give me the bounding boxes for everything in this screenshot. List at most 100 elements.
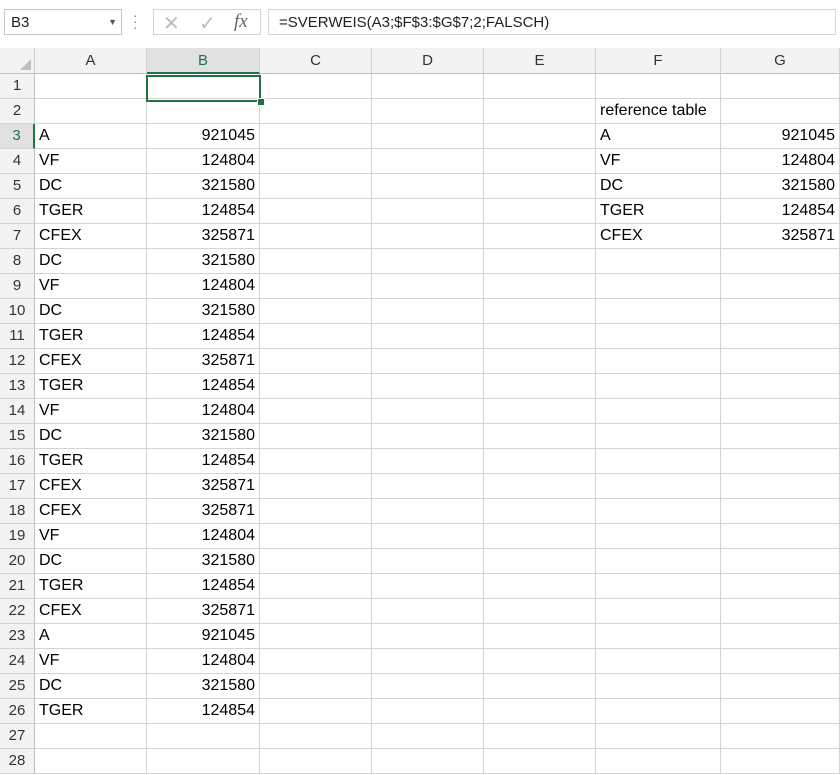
cell-e14[interactable] <box>484 399 596 424</box>
cell-c12[interactable] <box>260 349 372 374</box>
cell-e20[interactable] <box>484 549 596 574</box>
cell-g16[interactable] <box>721 449 840 474</box>
cell-b13[interactable]: 124854 <box>147 374 260 399</box>
row-header-25[interactable]: 25 <box>0 674 35 699</box>
cancel-icon[interactable]: ✕ <box>163 11 180 36</box>
cell-c4[interactable] <box>260 149 372 174</box>
cell-c2[interactable] <box>260 99 372 124</box>
cell-c18[interactable] <box>260 499 372 524</box>
cell-b22[interactable]: 325871 <box>147 599 260 624</box>
cell-b10[interactable]: 321580 <box>147 299 260 324</box>
cell-b11[interactable]: 124854 <box>147 324 260 349</box>
cell-d15[interactable] <box>372 424 484 449</box>
cell-c13[interactable] <box>260 374 372 399</box>
cell-a21[interactable]: TGER <box>35 574 147 599</box>
cell-f14[interactable] <box>596 399 721 424</box>
cell-f10[interactable] <box>596 299 721 324</box>
row-header-23[interactable]: 23 <box>0 624 35 649</box>
cell-a17[interactable]: CFEX <box>35 474 147 499</box>
cell-f8[interactable] <box>596 249 721 274</box>
cell-f9[interactable] <box>596 274 721 299</box>
cell-c10[interactable] <box>260 299 372 324</box>
row-header-26[interactable]: 26 <box>0 699 35 724</box>
cell-d12[interactable] <box>372 349 484 374</box>
cell-d28[interactable] <box>372 749 484 774</box>
row-header-11[interactable]: 11 <box>0 324 35 349</box>
cell-a5[interactable]: DC <box>35 174 147 199</box>
cell-e11[interactable] <box>484 324 596 349</box>
cell-g22[interactable] <box>721 599 840 624</box>
cell-f11[interactable] <box>596 324 721 349</box>
row-header-8[interactable]: 8 <box>0 249 35 274</box>
cell-g21[interactable] <box>721 574 840 599</box>
cell-d27[interactable] <box>372 724 484 749</box>
cell-a14[interactable]: VF <box>35 399 147 424</box>
cell-a23[interactable]: A <box>35 624 147 649</box>
cell-c14[interactable] <box>260 399 372 424</box>
cell-d18[interactable] <box>372 499 484 524</box>
cell-d16[interactable] <box>372 449 484 474</box>
row-header-22[interactable]: 22 <box>0 599 35 624</box>
cell-c7[interactable] <box>260 224 372 249</box>
cell-e25[interactable] <box>484 674 596 699</box>
cell-d23[interactable] <box>372 624 484 649</box>
cell-b12[interactable]: 325871 <box>147 349 260 374</box>
cell-g27[interactable] <box>721 724 840 749</box>
cell-d10[interactable] <box>372 299 484 324</box>
row-header-28[interactable]: 28 <box>0 749 35 774</box>
cell-f28[interactable] <box>596 749 721 774</box>
cell-a6[interactable]: TGER <box>35 199 147 224</box>
row-header-5[interactable]: 5 <box>0 174 35 199</box>
cell-b23[interactable]: 921045 <box>147 624 260 649</box>
cell-e22[interactable] <box>484 599 596 624</box>
column-header-g[interactable]: G <box>721 48 840 74</box>
cell-c6[interactable] <box>260 199 372 224</box>
cell-g6[interactable]: 124854 <box>721 199 840 224</box>
cell-b20[interactable]: 321580 <box>147 549 260 574</box>
cell-f20[interactable] <box>596 549 721 574</box>
cell-g5[interactable]: 321580 <box>721 174 840 199</box>
cell-g3[interactable]: 921045 <box>721 124 840 149</box>
cell-f1[interactable] <box>596 74 721 99</box>
cell-f2[interactable]: reference table <box>596 99 721 124</box>
cell-e6[interactable] <box>484 199 596 224</box>
cell-a20[interactable]: DC <box>35 549 147 574</box>
cell-c26[interactable] <box>260 699 372 724</box>
cell-a10[interactable]: DC <box>35 299 147 324</box>
cell-d1[interactable] <box>372 74 484 99</box>
confirm-icon[interactable]: ✓ <box>199 11 216 36</box>
cell-a1[interactable] <box>35 74 147 99</box>
more-options-icon[interactable]: · · · <box>133 8 139 34</box>
cell-b2[interactable] <box>147 99 260 124</box>
cell-f7[interactable]: CFEX <box>596 224 721 249</box>
cell-e8[interactable] <box>484 249 596 274</box>
cell-b24[interactable]: 124804 <box>147 649 260 674</box>
cell-b4[interactable]: 124804 <box>147 149 260 174</box>
cell-b15[interactable]: 321580 <box>147 424 260 449</box>
cell-c5[interactable] <box>260 174 372 199</box>
cell-c25[interactable] <box>260 674 372 699</box>
cell-e2[interactable] <box>484 99 596 124</box>
cell-c21[interactable] <box>260 574 372 599</box>
cell-a28[interactable] <box>35 749 147 774</box>
row-header-13[interactable]: 13 <box>0 374 35 399</box>
row-header-10[interactable]: 10 <box>0 299 35 324</box>
cell-f26[interactable] <box>596 699 721 724</box>
cell-c19[interactable] <box>260 524 372 549</box>
formula-input[interactable]: =SVERWEIS(A3;$F$3:$G$7;2;FALSCH) <box>268 9 836 35</box>
cell-b1[interactable] <box>147 74 260 99</box>
cell-e12[interactable] <box>484 349 596 374</box>
cell-c24[interactable] <box>260 649 372 674</box>
cell-c20[interactable] <box>260 549 372 574</box>
cell-a19[interactable]: VF <box>35 524 147 549</box>
cell-e3[interactable] <box>484 124 596 149</box>
cell-f5[interactable]: DC <box>596 174 721 199</box>
cell-g26[interactable] <box>721 699 840 724</box>
cell-e27[interactable] <box>484 724 596 749</box>
cell-f21[interactable] <box>596 574 721 599</box>
row-header-20[interactable]: 20 <box>0 549 35 574</box>
column-header-b[interactable]: B <box>147 48 260 74</box>
column-header-f[interactable]: F <box>596 48 721 74</box>
cell-a24[interactable]: VF <box>35 649 147 674</box>
row-header-18[interactable]: 18 <box>0 499 35 524</box>
